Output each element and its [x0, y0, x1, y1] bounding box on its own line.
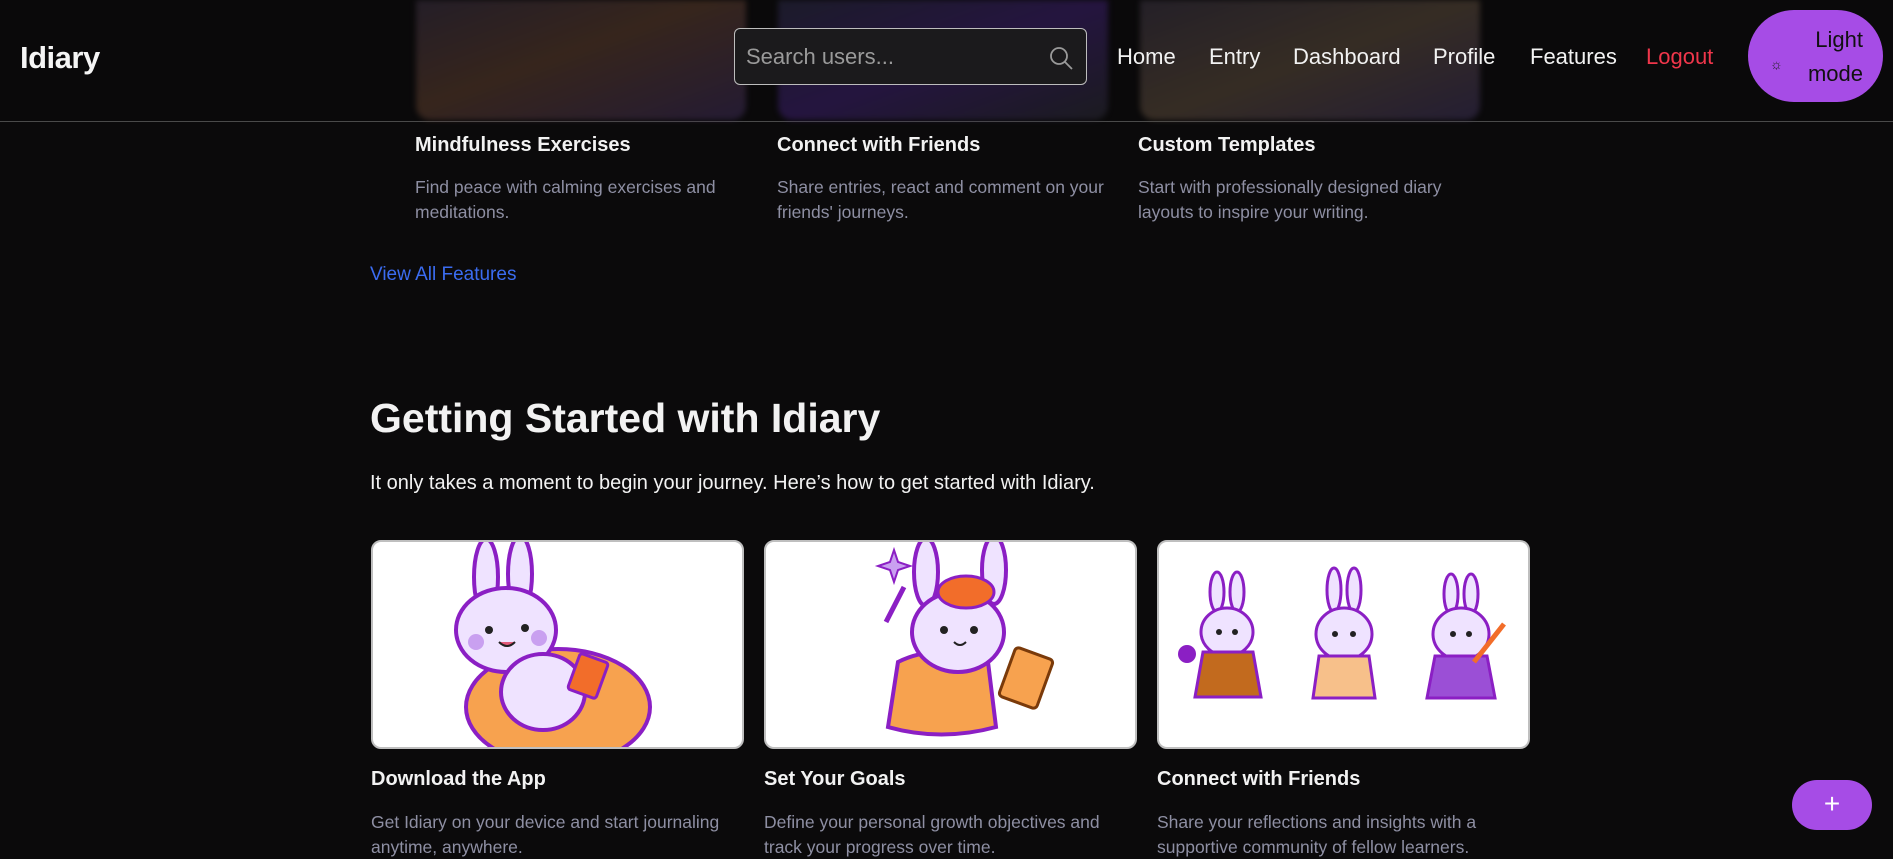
user-search-box [734, 28, 1087, 85]
step-card-image[interactable] [371, 540, 744, 749]
feature-description: Find peace with calming exercises and me… [415, 177, 716, 222]
sun-icon: ☼ [1770, 56, 1783, 72]
step-description: Define your personal growth objectives a… [764, 812, 1100, 857]
feature-description: Start with professionally designed diary… [1138, 177, 1442, 222]
step-card-image[interactable] [1157, 540, 1530, 749]
nav-home[interactable]: Home [1117, 44, 1176, 70]
logout-link[interactable]: Logout [1646, 44, 1713, 70]
search-icon[interactable] [1048, 45, 1074, 71]
nav-profile[interactable]: Profile [1433, 44, 1495, 70]
step-description: Share your reflections and insights with… [1157, 812, 1477, 857]
step-card-image[interactable] [764, 540, 1137, 749]
feature-title: Custom Templates [1138, 134, 1316, 156]
search-input[interactable] [746, 41, 1036, 73]
feature-title: Mindfulness Exercises [415, 134, 631, 156]
nav-dashboard[interactable]: Dashboard [1293, 44, 1401, 70]
brand-logo[interactable]: Idiary [20, 40, 100, 76]
step-title: Set Your Goals [764, 768, 906, 790]
nav-entry[interactable]: Entry [1209, 44, 1260, 70]
view-all-features-link[interactable]: View All Features [370, 264, 516, 286]
top-navbar: Idiary Home Entry Dashboard Profile Feat… [0, 0, 1893, 122]
bunny-reading-illustration [454, 542, 652, 747]
add-entry-fab-button[interactable]: + [1792, 780, 1872, 830]
feature-title: Connect with Friends [777, 134, 981, 156]
step-title: Download the App [371, 768, 546, 790]
step-title: Connect with Friends [1157, 768, 1361, 790]
light-mode-toggle-button[interactable]: ☼ Light mode [1748, 10, 1883, 102]
section-lead: It only takes a moment to begin your jou… [370, 472, 1095, 494]
bunny-friends-illustration [1178, 566, 1506, 700]
nav-features[interactable]: Features [1530, 44, 1617, 70]
mode-label-line1: Light [1815, 27, 1863, 52]
section-heading: Getting Started with Idiary [370, 395, 881, 441]
mode-label-line2: mode [1807, 61, 1863, 86]
blurred-card-image [416, 0, 746, 120]
bunny-artist-illustration [874, 542, 1055, 737]
feature-description: Share entries, react and comment on your… [777, 177, 1104, 222]
step-description: Get Idiary on your device and start jour… [371, 812, 720, 857]
